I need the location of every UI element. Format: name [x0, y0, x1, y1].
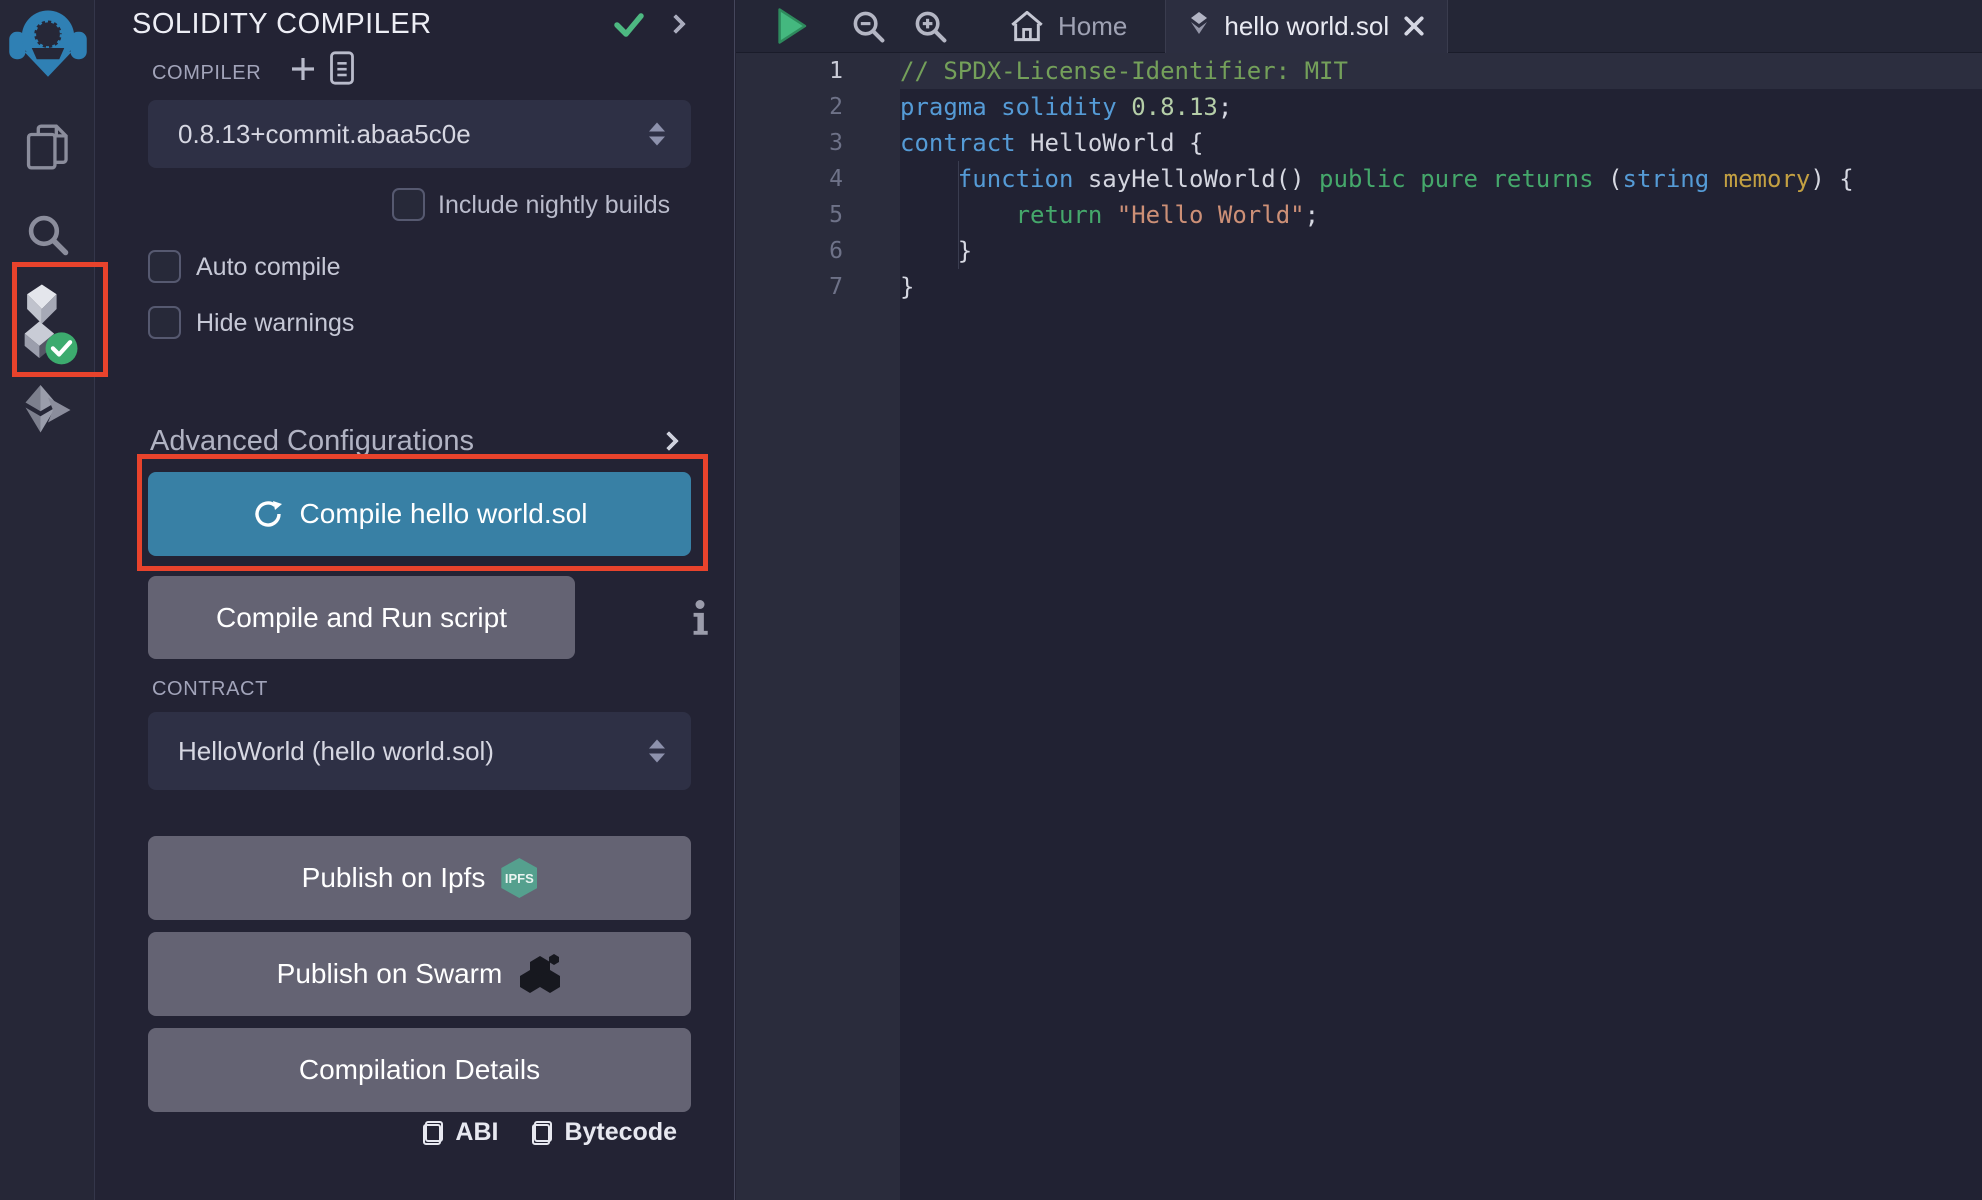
refresh-icon [252, 498, 284, 530]
code-lines[interactable]: // SPDX-License-Identifier: MITpragma so… [900, 53, 1982, 305]
tab-hello-world-label: hello world.sol [1224, 11, 1389, 42]
annotation-box-compiler-icon [12, 262, 108, 377]
tab-home[interactable]: Home [988, 0, 1149, 53]
code-line[interactable]: } [900, 233, 1982, 269]
code-line[interactable]: } [900, 269, 1982, 305]
line-number: 6 [736, 233, 843, 269]
zoom-out-button[interactable] [850, 8, 886, 44]
copy-icon [423, 1121, 443, 1145]
compiler-version-value: 0.8.13+commit.abaa5c0e [178, 119, 471, 150]
line-number: 4 [736, 161, 843, 197]
auto-compile-checkbox[interactable] [148, 250, 181, 283]
file-explorer-icon[interactable] [0, 122, 95, 172]
line-number: 2 [736, 89, 843, 125]
copy-abi-button[interactable]: ABI [423, 1118, 498, 1147]
tab-home-label: Home [1058, 11, 1127, 42]
code-editor: Home hello world.sol 1234567 // SPDX-Lic… [736, 0, 1982, 1200]
run-script-button[interactable] [774, 7, 808, 45]
auto-compile-label: Auto compile [196, 253, 341, 282]
swarm-icon [518, 952, 562, 996]
compile-success-check-icon [611, 9, 647, 41]
compiler-version-select[interactable]: 0.8.13+commit.abaa5c0e [148, 100, 691, 168]
code-line[interactable]: pragma solidity 0.8.13; [900, 89, 1982, 125]
code-line[interactable]: return "Hello World"; [900, 197, 1982, 233]
abi-label: ABI [455, 1118, 498, 1147]
bytecode-label: Bytecode [564, 1118, 677, 1147]
deploy-run-icon[interactable] [0, 382, 95, 438]
tab-hello-world[interactable]: hello world.sol [1165, 0, 1448, 53]
publish-swarm-label: Publish on Swarm [277, 958, 503, 990]
solidity-compiler-panel: SOLIDITY COMPILER COMPILER 0.8.13+commit… [96, 0, 735, 1200]
info-icon[interactable] [692, 600, 708, 636]
publish-swarm-button[interactable]: Publish on Swarm [148, 932, 691, 1016]
select-arrows-icon [649, 123, 665, 146]
copy-bytecode-button[interactable]: Bytecode [532, 1118, 677, 1147]
add-compiler-icon[interactable] [288, 54, 318, 84]
panel-collapse-chevron-icon[interactable] [666, 14, 686, 34]
compile-and-run-button[interactable]: Compile and Run script [148, 576, 575, 659]
compilation-details-label: Compilation Details [299, 1054, 540, 1086]
copy-footer: ABI Bytecode [423, 1118, 677, 1147]
home-icon [1010, 10, 1044, 42]
hide-warnings-checkbox[interactable] [148, 306, 181, 339]
code-line[interactable]: function sayHelloWorld() public pure ret… [900, 161, 1982, 197]
remix-logo [0, 6, 95, 80]
close-tab-icon[interactable] [1403, 15, 1425, 37]
nightly-builds-checkbox[interactable] [392, 188, 425, 221]
line-number: 7 [736, 269, 843, 305]
editor-tabbar: Home hello world.sol [736, 0, 1982, 53]
zoom-in-button[interactable] [912, 8, 948, 44]
line-number: 5 [736, 197, 843, 233]
activity-bar [0, 0, 95, 1200]
contract-select-value: HelloWorld (hello world.sol) [178, 736, 494, 767]
publish-ipfs-label: Publish on Ipfs [302, 862, 486, 894]
compile-button[interactable]: Compile hello world.sol [148, 472, 691, 556]
compilation-details-button[interactable]: Compilation Details [148, 1028, 691, 1112]
ipfs-icon: IPFS [501, 858, 537, 898]
line-number: 3 [736, 125, 843, 161]
copy-icon [532, 1121, 552, 1145]
search-icon[interactable] [0, 212, 95, 258]
publish-ipfs-button[interactable]: Publish on Ipfs IPFS [148, 836, 691, 920]
solidity-file-icon [1188, 11, 1210, 41]
code-line[interactable]: contract HelloWorld { [900, 125, 1982, 161]
line-numbers: 1234567 [736, 53, 900, 305]
nightly-builds-label: Include nightly builds [438, 191, 670, 220]
code-line[interactable]: // SPDX-License-Identifier: MIT [900, 53, 1982, 89]
compiler-file-icon[interactable] [328, 50, 356, 86]
compile-button-label: Compile hello world.sol [300, 498, 588, 530]
advanced-expand-chevron-icon[interactable] [659, 431, 679, 451]
compiler-section-label: COMPILER [152, 62, 261, 85]
contract-select[interactable]: HelloWorld (hello world.sol) [148, 712, 691, 790]
panel-title: SOLIDITY COMPILER [132, 8, 432, 41]
hide-warnings-label: Hide warnings [196, 309, 354, 338]
contract-section-label: CONTRACT [152, 678, 268, 701]
compile-and-run-label: Compile and Run script [216, 602, 507, 634]
select-arrows-icon [649, 740, 665, 763]
line-number: 1 [736, 53, 843, 89]
